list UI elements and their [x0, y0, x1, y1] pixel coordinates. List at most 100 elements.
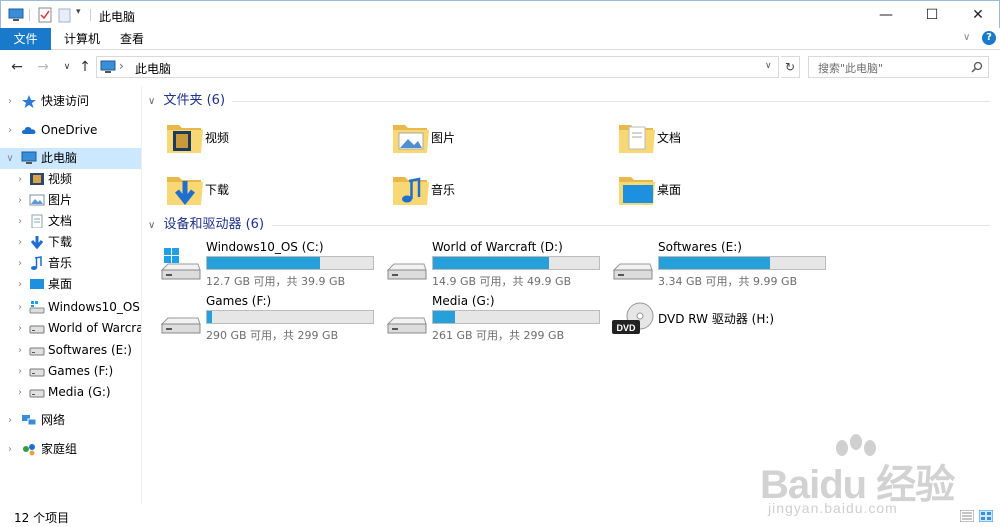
- collapse-chevron-icon[interactable]: ∨: [148, 220, 155, 231]
- expand-chevron-icon[interactable]: ∨: [5, 148, 15, 169]
- folder-item[interactable]: 下载: [165, 169, 365, 213]
- drive-usage-fill: [433, 257, 549, 269]
- recent-locations-chevron-icon[interactable]: ∨: [58, 58, 76, 76]
- sidebar-item-label: Windows10_OS (C: [48, 300, 141, 314]
- expand-chevron-icon[interactable]: ›: [15, 382, 25, 403]
- drive-icon: [29, 368, 45, 377]
- drive-item[interactable]: DVD DVD RW 驱动器 (H:): [612, 294, 832, 344]
- sidebar-item[interactable]: › 快速访问: [0, 91, 141, 112]
- expand-chevron-icon[interactable]: ›: [15, 169, 25, 190]
- folder-label: 下载: [205, 183, 230, 197]
- drive-item[interactable]: Softwares (E:) 3.34 GB 可用，共 9.99 GB: [612, 240, 832, 290]
- drive-name: Games (F:): [206, 294, 272, 308]
- back-button[interactable]: ←: [8, 58, 26, 76]
- address-path[interactable]: 此电脑: [135, 60, 171, 77]
- sidebar-item[interactable]: › 下载: [0, 232, 141, 253]
- folder-item[interactable]: 桌面: [617, 169, 817, 213]
- sidebar-item-label: 下载: [48, 235, 73, 249]
- expand-chevron-icon[interactable]: ›: [5, 120, 15, 141]
- expand-chevron-icon[interactable]: ›: [5, 91, 15, 112]
- customize-toolbar-chevron-icon[interactable]: ▾: [76, 7, 81, 17]
- folder-item[interactable]: 视频: [165, 117, 365, 161]
- drive-usage-fill: [659, 257, 770, 269]
- new-folder-icon[interactable]: [57, 7, 73, 23]
- up-button[interactable]: ↑: [76, 58, 94, 76]
- drive-item[interactable]: World of Warcraft (D:) 14.9 GB 可用，共 49.9 …: [386, 240, 606, 290]
- expand-chevron-icon[interactable]: ›: [15, 318, 25, 339]
- drive-free-space: 261 GB 可用，共 299 GB: [432, 329, 565, 342]
- sidebar-item-label: 文档: [48, 214, 73, 228]
- drives-group-header[interactable]: ∨ 设备和驱动器 (6): [148, 215, 264, 235]
- sidebar-item[interactable]: › 桌面: [0, 274, 141, 295]
- forward-button[interactable]: →: [34, 58, 52, 76]
- watermark-url: jingyan.baidu.com: [768, 500, 898, 516]
- address-bar[interactable]: › 此电脑 ∨: [96, 56, 779, 78]
- desktop-icon: [30, 279, 44, 289]
- drive-name: Media (G:): [432, 294, 495, 308]
- sidebar-item[interactable]: › Games (F:): [0, 361, 141, 382]
- expand-chevron-icon[interactable]: ›: [15, 253, 25, 274]
- expand-chevron-icon[interactable]: ›: [15, 190, 25, 211]
- music-folder-icon: [391, 169, 431, 209]
- expand-chevron-icon[interactable]: ›: [15, 211, 25, 232]
- sidebar-item[interactable]: › World of Warcraf: [0, 318, 141, 339]
- drive-usage-bar: [432, 256, 600, 270]
- video-icon: [30, 173, 44, 185]
- expand-chevron-icon[interactable]: ›: [15, 361, 25, 382]
- maximize-button[interactable]: ☐: [909, 1, 955, 29]
- os-drive-icon: [29, 301, 45, 314]
- sidebar-item[interactable]: › OneDrive: [0, 120, 141, 141]
- tab-computer[interactable]: 计算机: [52, 28, 112, 50]
- properties-icon[interactable]: [37, 7, 53, 23]
- tab-file[interactable]: 文件: [0, 28, 51, 50]
- drive-item[interactable]: Windows10_OS (C:) 12.7 GB 可用，共 39.9 GB: [160, 240, 380, 290]
- path-chevron-icon[interactable]: ›: [119, 59, 124, 73]
- expand-chevron-icon[interactable]: ›: [15, 274, 25, 295]
- expand-chevron-icon[interactable]: ›: [15, 232, 25, 253]
- hard-drive-icon: [160, 302, 202, 336]
- drives-group-label: 设备和驱动器 (6): [163, 217, 265, 232]
- refresh-button[interactable]: ↻: [781, 56, 800, 78]
- drive-item[interactable]: Games (F:) 290 GB 可用，共 299 GB: [160, 294, 380, 344]
- sidebar-item[interactable]: › Softwares (E:): [0, 340, 141, 361]
- picture-folder-icon: [391, 117, 431, 157]
- drive-free-space: 14.9 GB 可用，共 49.9 GB: [432, 275, 572, 288]
- folder-item[interactable]: 文档: [617, 117, 817, 161]
- sidebar-item-label: 视频: [48, 172, 73, 186]
- music-icon: [31, 256, 42, 270]
- expand-chevron-icon[interactable]: ›: [5, 410, 15, 431]
- expand-ribbon-icon[interactable]: ∨: [963, 32, 970, 43]
- separator: [90, 9, 91, 21]
- folders-group-label: 文件夹 (6): [163, 93, 226, 108]
- sidebar-item[interactable]: › 视频: [0, 169, 141, 190]
- sidebar-item[interactable]: › 音乐: [0, 253, 141, 274]
- sidebar-item[interactable]: › 图片: [0, 190, 141, 211]
- folders-group-header[interactable]: ∨ 文件夹 (6): [148, 91, 225, 111]
- close-button[interactable]: ✕: [955, 1, 1000, 29]
- drive-usage-fill: [433, 311, 455, 323]
- star-icon: [22, 95, 36, 108]
- folder-item[interactable]: 音乐: [391, 169, 591, 213]
- sidebar-item[interactable]: › 文档: [0, 211, 141, 232]
- folder-item[interactable]: 图片: [391, 117, 591, 161]
- sidebar-item[interactable]: › 家庭组: [0, 439, 141, 460]
- folder-label: 文档: [657, 131, 682, 145]
- address-dropdown-icon[interactable]: ∨: [765, 61, 772, 71]
- expand-chevron-icon[interactable]: ›: [15, 297, 25, 318]
- expand-chevron-icon[interactable]: ›: [5, 439, 15, 460]
- sidebar-item[interactable]: ∨ 此电脑: [0, 148, 141, 169]
- drive-item[interactable]: Media (G:) 261 GB 可用，共 299 GB: [386, 294, 606, 344]
- sidebar-item[interactable]: › 网络: [0, 410, 141, 431]
- collapse-chevron-icon[interactable]: ∨: [148, 96, 155, 107]
- computer-icon: [100, 60, 116, 73]
- search-icon[interactable]: [971, 61, 983, 73]
- minimize-button[interactable]: —: [863, 1, 909, 29]
- sidebar-item-label: 快速访问: [41, 94, 90, 108]
- tab-view[interactable]: 查看: [108, 28, 156, 50]
- expand-chevron-icon[interactable]: ›: [15, 340, 25, 361]
- help-icon[interactable]: ?: [982, 31, 996, 45]
- desktop-folder-icon: [617, 169, 657, 209]
- sidebar-item[interactable]: › Media (G:): [0, 382, 141, 403]
- search-input[interactable]: 搜索"此电脑": [808, 56, 989, 78]
- sidebar-item[interactable]: › Windows10_OS (C: [0, 297, 141, 318]
